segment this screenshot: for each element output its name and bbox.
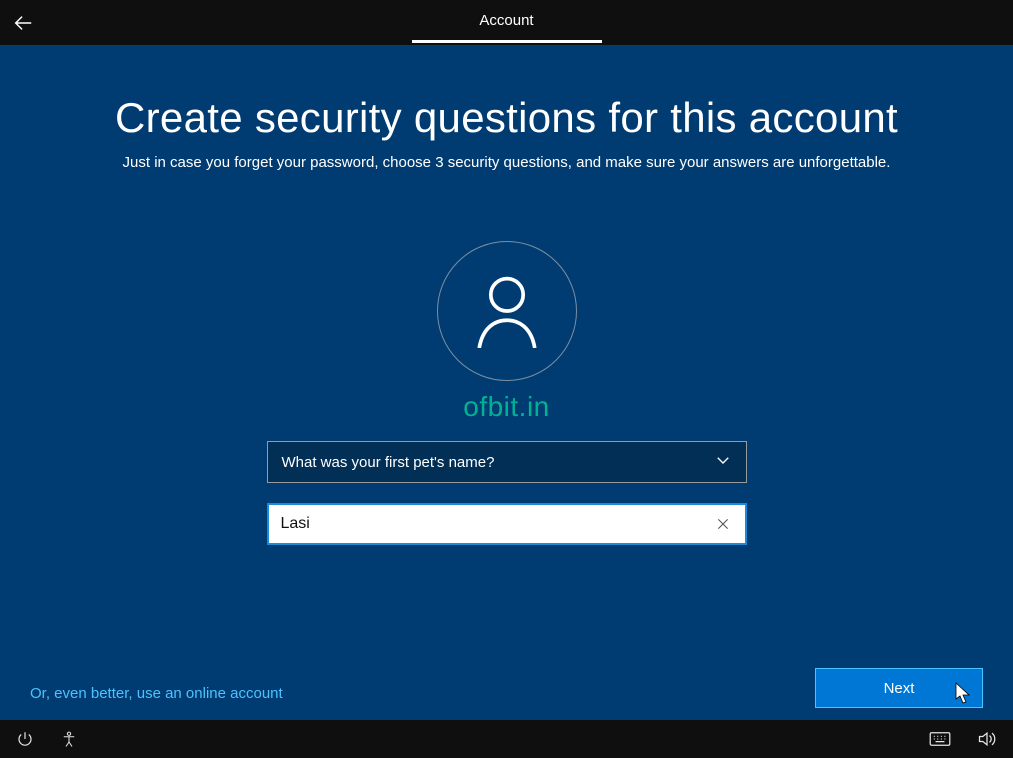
power-icon[interactable]	[16, 730, 34, 748]
person-icon	[472, 274, 542, 348]
clear-input-button[interactable]	[711, 516, 735, 532]
tab-underline	[412, 40, 602, 43]
security-question-select[interactable]: What was your first pet's name?	[267, 441, 747, 483]
avatar	[437, 241, 577, 381]
volume-icon[interactable]	[977, 730, 997, 748]
next-button[interactable]: Next	[815, 668, 983, 708]
back-arrow-icon	[12, 12, 34, 34]
security-question-selected: What was your first pet's name?	[282, 454, 495, 471]
page-title: Create security questions for this accou…	[0, 94, 1013, 142]
tab-account[interactable]: Account	[479, 0, 533, 38]
watermark-text: ofbit.in	[0, 391, 1013, 423]
back-button[interactable]	[0, 0, 45, 45]
online-account-link[interactable]: Or, even better, use an online account	[30, 685, 283, 702]
close-icon	[715, 516, 731, 532]
chevron-down-icon	[714, 451, 732, 473]
security-answer-input[interactable]	[281, 515, 711, 533]
page-subtitle: Just in case you forget your password, c…	[0, 154, 1013, 171]
ease-of-access-icon[interactable]	[60, 730, 78, 748]
next-button-label: Next	[884, 680, 915, 697]
keyboard-icon[interactable]	[929, 731, 951, 747]
